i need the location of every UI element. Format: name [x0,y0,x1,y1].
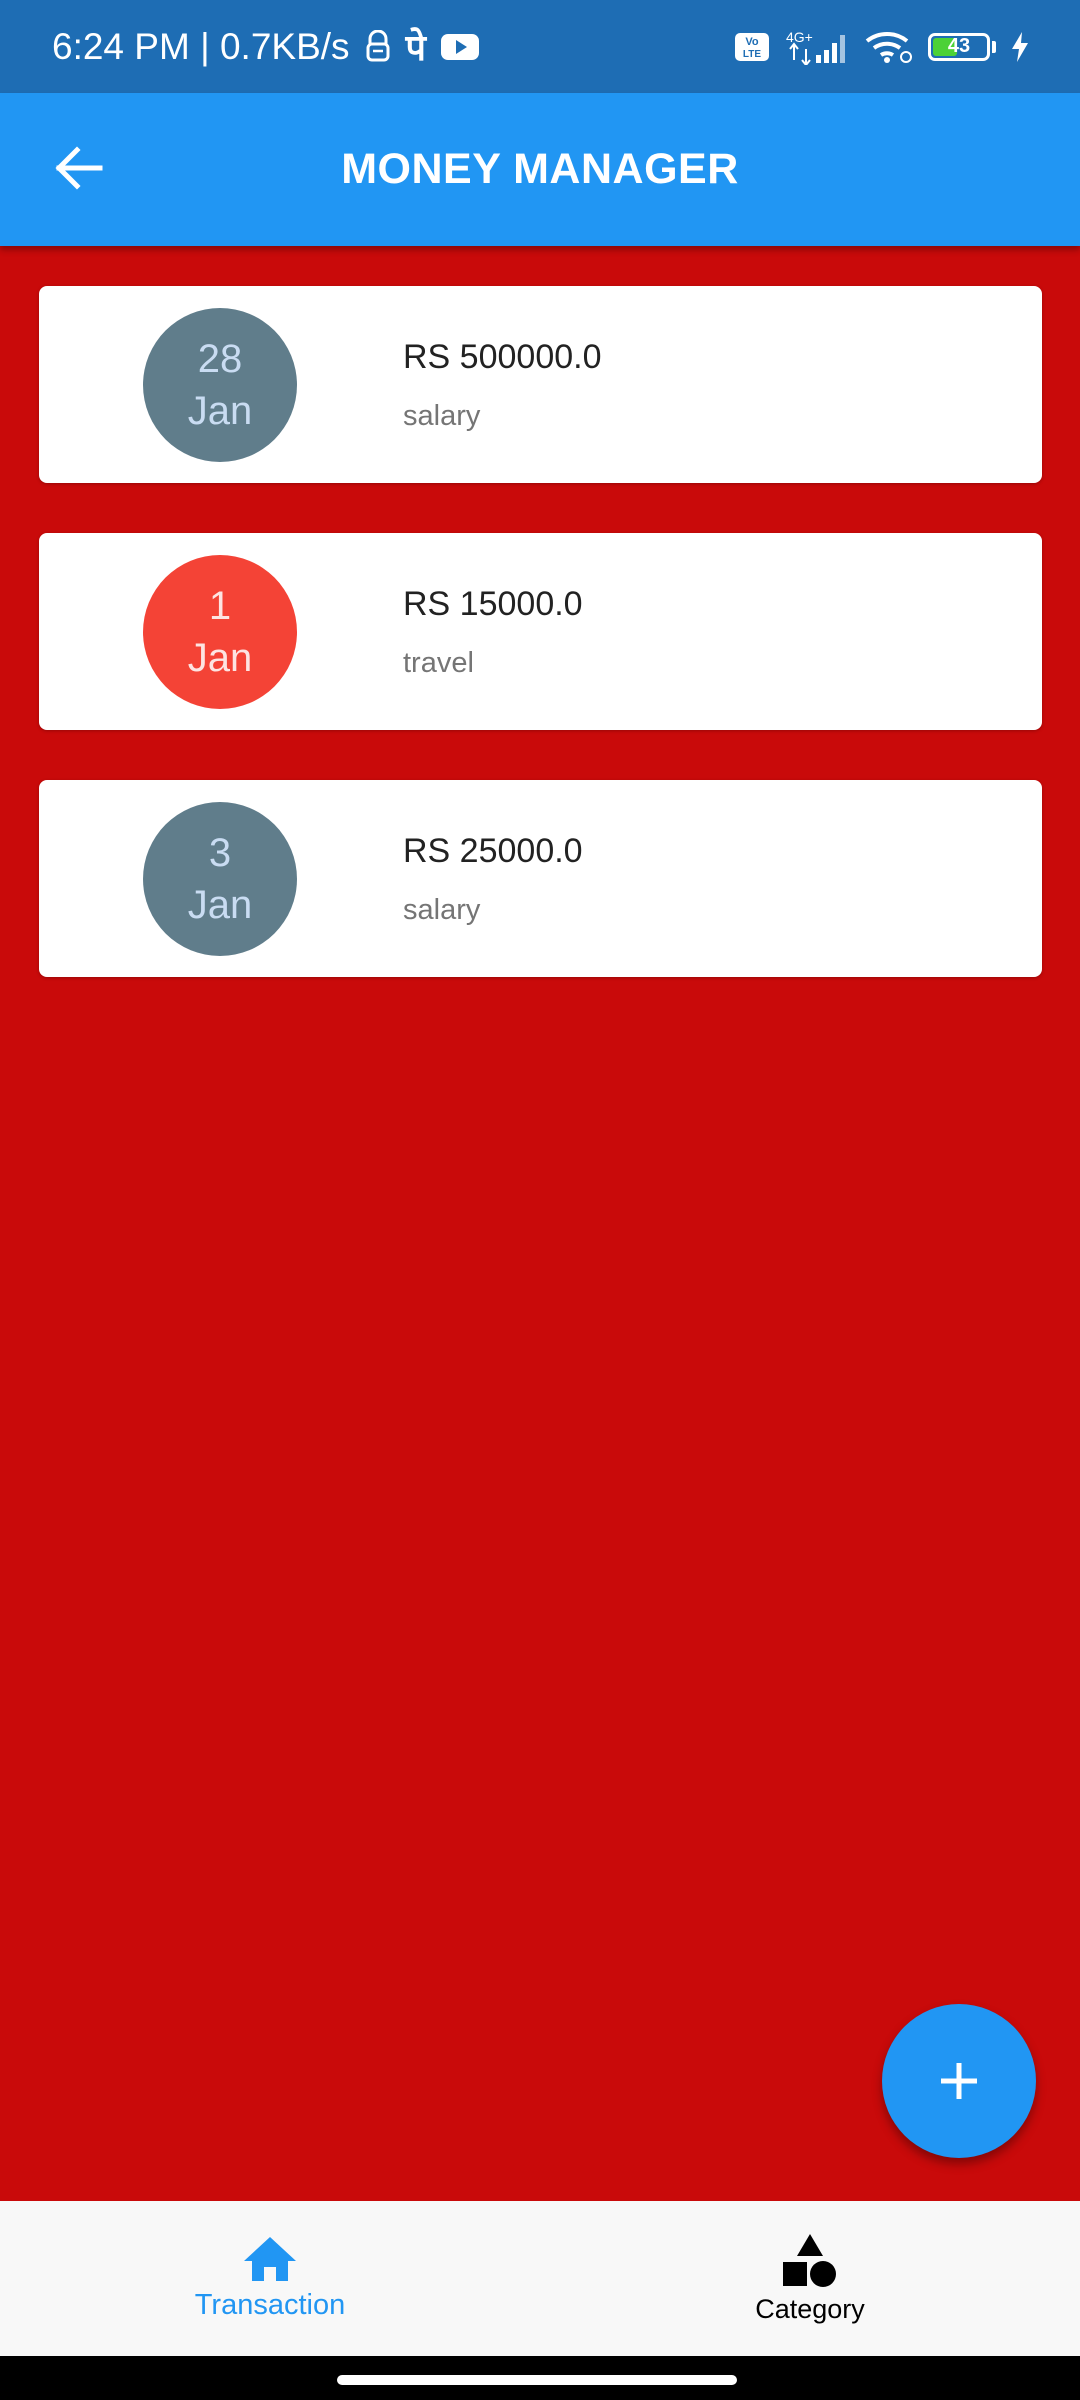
screen: 6:24 PM | 0.7KB/s पे Vo LTE 4G+ 43 MONEY… [0,0,1080,2400]
add-transaction-button[interactable] [882,2004,1036,2158]
date-day: 3 [208,831,232,875]
signal-icon: 4G+ [784,29,850,65]
youtube-icon [440,32,480,62]
battery-icon: 43 [928,32,990,61]
transaction-category: salary [403,894,481,926]
transaction-card[interactable]: 1 Jan RS 15000.0 travel [39,533,1042,730]
nav-item-category[interactable]: Category [540,2201,1080,2356]
svg-text:Vo: Vo [745,36,759,48]
transaction-amount: RS 500000.0 [403,338,602,376]
arrow-left-icon [55,146,103,190]
wifi-icon [864,29,914,65]
status-right: Vo LTE 4G+ 43 [734,0,1030,93]
nav-label-category: Category [755,2294,865,2324]
date-avatar: 28 Jan [143,308,297,462]
app-bar: MONEY MANAGER [0,93,1080,246]
nav-item-transaction[interactable]: Transaction [0,2201,540,2356]
home-icon [244,2237,296,2281]
network-label: 4G+ [786,29,813,45]
status-left: 6:24 PM | 0.7KB/s पे [52,0,480,93]
battery-tip [992,40,996,53]
transaction-amount: RS 25000.0 [403,832,583,870]
transaction-list: 28 Jan RS 500000.0 salary 1 Jan RS 15000… [39,286,1042,1027]
date-avatar: 3 Jan [143,802,297,956]
plus-icon [941,2063,977,2099]
vpn-icon [364,29,392,64]
transaction-amount: RS 15000.0 [403,585,583,623]
date-month: Jan [187,389,253,433]
svg-text:LTE: LTE [743,49,761,60]
date-day: 1 [208,584,232,628]
page-title: MONEY MANAGER [341,145,739,193]
back-button[interactable] [44,133,114,203]
bottom-navigation: Transaction Category [0,2201,1080,2356]
date-month: Jan [187,636,253,680]
system-navigation-bar [0,2356,1080,2400]
date-day: 28 [197,337,243,381]
home-gesture-bar[interactable] [337,2375,737,2385]
transaction-card[interactable]: 28 Jan RS 500000.0 salary [39,286,1042,483]
transaction-card[interactable]: 3 Jan RS 25000.0 salary [39,780,1042,977]
status-bar: 6:24 PM | 0.7KB/s पे Vo LTE 4G+ 43 [0,0,1080,93]
date-month: Jan [187,883,253,927]
nav-label-transaction: Transaction [194,2289,346,2321]
transaction-category: travel [403,647,474,679]
status-time-speed: 6:24 PM | 0.7KB/s [52,25,350,67]
battery-level: 43 [947,35,971,57]
phonepe-icon: पे [405,27,426,68]
shapes-icon [783,2234,836,2287]
volte-icon: Vo LTE [734,32,770,62]
charging-icon [1010,31,1030,63]
transaction-category: salary [403,400,481,432]
date-avatar: 1 Jan [143,555,297,709]
